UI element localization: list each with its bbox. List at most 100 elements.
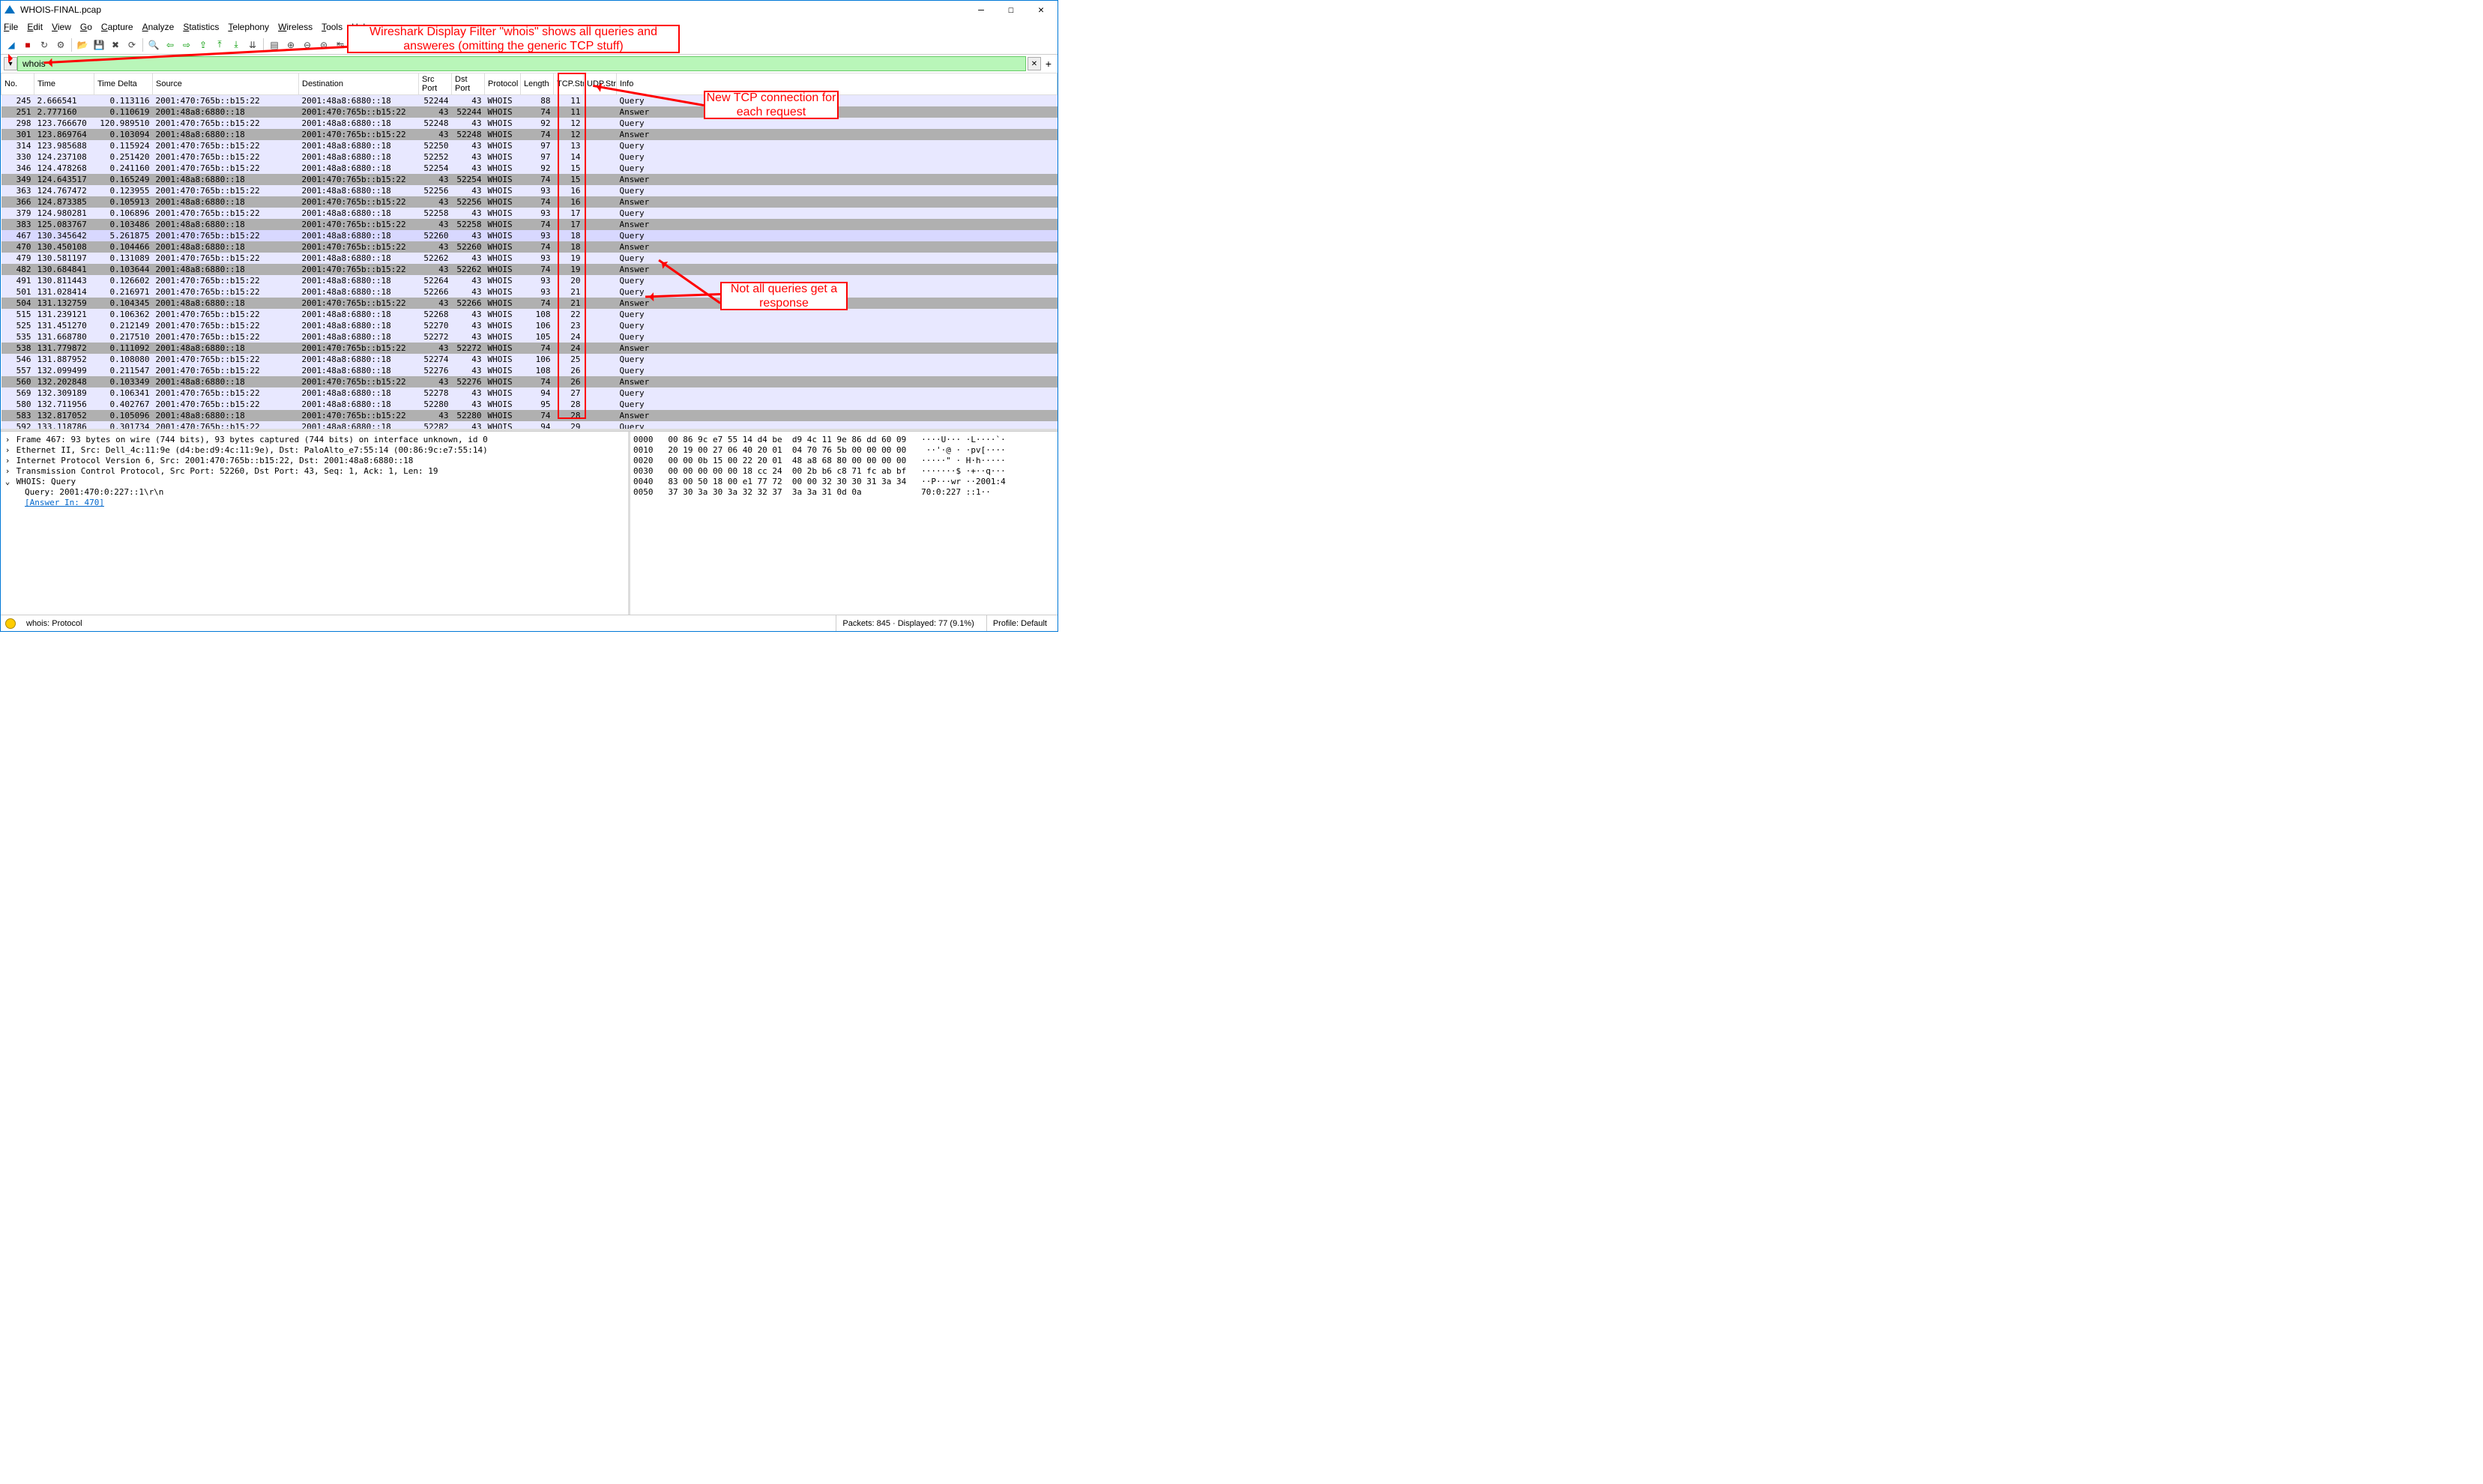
packet-row[interactable]: 583132.8170520.1050962001:48a8:6880::182… [1,410,1058,421]
go-back-icon[interactable]: ⇦ [163,37,178,52]
packet-row[interactable]: 560132.2028480.1033492001:48a8:6880::182… [1,376,1058,387]
colorize-icon[interactable]: ▤ [267,37,282,52]
tree-node[interactable]: ⌄ WHOIS: Query [4,477,625,487]
column-header[interactable]: Time Delta [94,73,153,95]
tree-node[interactable]: › Internet Protocol Version 6, Src: 2001… [4,456,625,466]
menu-edit[interactable]: Edit [27,22,43,32]
column-header[interactable]: UDP.Str [584,73,617,95]
packet-row[interactable]: 346124.4782680.2411602001:470:765b::b15:… [1,163,1058,174]
status-profile[interactable]: Profile: Default [986,615,1053,631]
menu-telephony[interactable]: Telephony [228,22,269,32]
column-header[interactable]: TCP.Str [554,73,584,95]
stop-capture-icon[interactable]: ■ [20,37,35,52]
packet-row[interactable]: 592133.1187860.3017342001:470:765b::b15:… [1,421,1058,429]
window-title: WHOIS-FINAL.pcap [20,4,968,15]
packet-row[interactable]: 379124.9802810.1068962001:470:765b::b15:… [1,208,1058,219]
toolbar: ◢ ■ ↻ ⚙ 📂 💾 ✖ ⟳ 🔍 ⇦ ⇨ ⇪ ⤒ ⤓ ⇊ ▤ ⊕ ⊖ ⊜ ↹ [1,35,1058,55]
go-first-icon[interactable]: ⤒ [212,37,227,52]
display-filter-input[interactable] [17,56,1026,71]
close-button[interactable]: ✕ [1028,2,1055,17]
go-forward-icon[interactable]: ⇨ [179,37,194,52]
packet-row[interactable]: 580132.7119560.4027672001:470:765b::b15:… [1,399,1058,410]
wireshark-icon [4,4,16,16]
filter-history-button[interactable]: ▾ [4,57,17,70]
column-header[interactable]: Time [34,73,94,95]
filter-bar: ✕ → ▾ + [1,55,1058,73]
packet-row[interactable]: 557132.0994990.2115472001:470:765b::b15:… [1,365,1058,376]
menu-capture[interactable]: Capture [101,22,133,32]
packet-list-header[interactable]: No.TimeTime DeltaSourceDestinationSrc Po… [1,73,1058,95]
reload-icon[interactable]: ⟳ [124,37,139,52]
titlebar: WHOIS-FINAL.pcap — ☐ ✕ [1,1,1058,19]
packet-bytes-pane[interactable]: 0000 00 86 9c e7 55 14 d4 be d9 4c 11 9e… [630,432,1058,615]
packet-row[interactable]: 546131.8879520.1080802001:470:765b::b15:… [1,354,1058,365]
autoscroll-icon[interactable]: ⇊ [245,37,260,52]
column-header[interactable]: Protocol [485,73,521,95]
tree-node[interactable]: › Transmission Control Protocol, Src Por… [4,466,625,477]
menubar: File Edit View Go Capture Analyze Statistics Te… [1,19,1058,35]
column-header[interactable]: Info [617,73,1058,95]
packet-row[interactable]: 467130.3456425.2618752001:470:765b::b15:… [1,230,1058,241]
packet-row[interactable]: 349124.6435170.1652492001:48a8:6880::182… [1,174,1058,185]
maximize-button[interactable]: ☐ [998,2,1025,17]
open-file-icon[interactable]: 📂 [75,37,90,52]
packet-row[interactable]: 525131.4512700.2121492001:470:765b::b15:… [1,320,1058,331]
packet-row[interactable]: 363124.7674720.1239552001:470:765b::b15:… [1,185,1058,196]
packet-row[interactable]: 538131.7798720.1110922001:48a8:6880::182… [1,343,1058,354]
minimize-button[interactable]: — [968,2,995,17]
menu-view[interactable]: View [52,22,71,32]
menu-help[interactable]: Help [352,22,370,32]
resize-columns-icon[interactable]: ↹ [333,37,348,52]
menu-tools[interactable]: Tools [322,22,343,32]
packet-row[interactable]: 479130.5811970.1310892001:470:765b::b15:… [1,253,1058,264]
packet-row[interactable]: 314123.9856880.1159242001:470:765b::b15:… [1,140,1058,151]
packet-row[interactable]: 330124.2371080.2514202001:470:765b::b15:… [1,151,1058,163]
restart-capture-icon[interactable]: ↻ [37,37,52,52]
start-capture-icon[interactable]: ◢ [4,37,19,52]
packet-row[interactable]: 501131.0284140.2169712001:470:765b::b15:… [1,286,1058,298]
column-header[interactable]: Destination [299,73,419,95]
packet-row[interactable]: 482130.6848410.1036442001:48a8:6880::182… [1,264,1058,275]
tree-node[interactable]: Query: 2001:470:0:227::1\r\n [4,487,625,498]
packet-row[interactable]: 515131.2391210.1063622001:470:765b::b15:… [1,309,1058,320]
zoom-reset-icon[interactable]: ⊜ [316,37,331,52]
packet-row[interactable]: 491130.8114430.1266022001:470:765b::b15:… [1,275,1058,286]
tree-node[interactable]: › Ethernet II, Src: Dell_4c:11:9e (d4:be… [4,445,625,456]
packet-row[interactable]: 366124.8733850.1059132001:48a8:6880::182… [1,196,1058,208]
packet-details-pane[interactable]: › Frame 467: 93 bytes on wire (744 bits)… [1,432,628,615]
packet-row[interactable]: 298123.766670120.9895102001:470:765b::b1… [1,118,1058,129]
menu-analyze[interactable]: Analyze [142,22,175,32]
column-header[interactable]: Src Port [419,73,452,95]
packet-row[interactable]: 383125.0837670.1034862001:48a8:6880::182… [1,219,1058,230]
go-last-icon[interactable]: ⤓ [229,37,244,52]
zoom-in-icon[interactable]: ⊕ [283,37,298,52]
column-header[interactable]: Length [521,73,554,95]
packet-row[interactable]: 301123.8697640.1030942001:48a8:6880::182… [1,129,1058,140]
packet-row[interactable]: 2452.6665410.1131162001:470:765b::b15:22… [1,95,1058,107]
capture-options-icon[interactable]: ⚙ [53,37,68,52]
find-packet-icon[interactable]: 🔍 [146,37,161,52]
tree-node[interactable]: › Frame 467: 93 bytes on wire (744 bits)… [4,435,625,445]
packet-list-pane[interactable]: No.TimeTime DeltaSourceDestinationSrc Po… [1,73,1058,429]
packet-row[interactable]: 504131.1327590.1043452001:48a8:6880::182… [1,298,1058,309]
packet-row[interactable]: 569132.3091890.1063412001:470:765b::b15:… [1,387,1058,399]
filter-add-button[interactable]: + [1043,58,1055,70]
save-file-icon[interactable]: 💾 [91,37,106,52]
close-file-icon[interactable]: ✖ [108,37,123,52]
tree-node[interactable]: [Answer In: 470] [4,498,625,508]
jump-to-icon[interactable]: ⇪ [196,37,211,52]
status-protocol: whois: Protocol [26,619,830,628]
filter-clear-button[interactable]: ✕ [1028,57,1041,70]
column-header[interactable]: Source [153,73,299,95]
menu-file[interactable]: File [4,22,18,32]
menu-go[interactable]: Go [80,22,92,32]
expert-info-icon[interactable] [5,618,16,629]
menu-wireless[interactable]: Wireless [278,22,313,32]
packet-row[interactable]: 535131.6687800.2175102001:470:765b::b15:… [1,331,1058,343]
packet-row[interactable]: 470130.4501080.1044662001:48a8:6880::182… [1,241,1058,253]
packet-row[interactable]: 2512.7771600.1106192001:48a8:6880::18200… [1,106,1058,118]
column-header[interactable]: No. [1,73,34,95]
column-header[interactable]: Dst Port [452,73,485,95]
zoom-out-icon[interactable]: ⊖ [300,37,315,52]
menu-statistics[interactable]: Statistics [183,22,219,32]
